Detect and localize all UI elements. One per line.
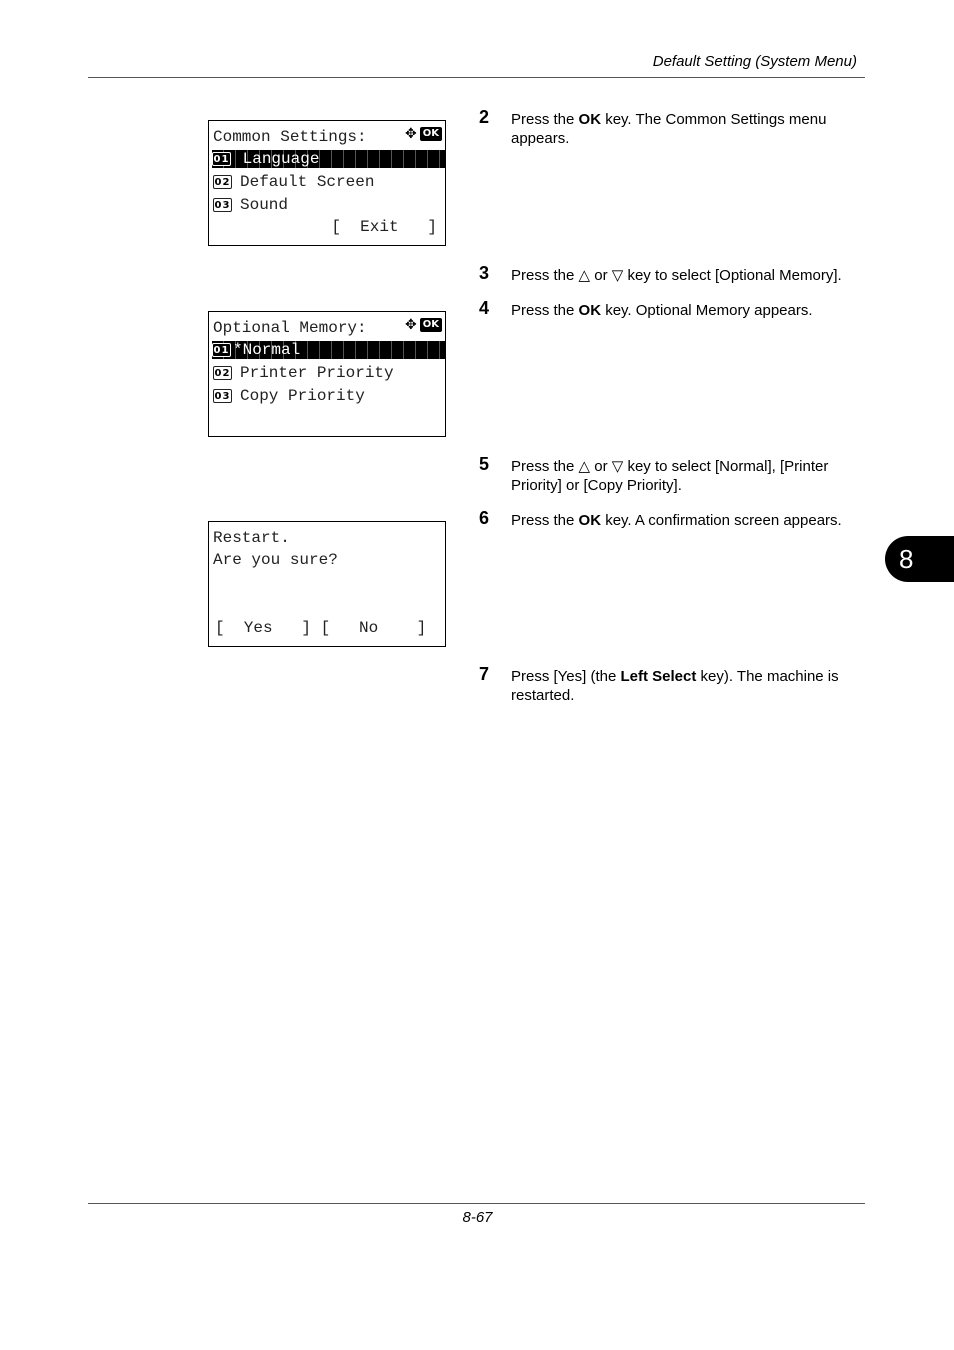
header-rule [88,77,865,78]
item-number-icon: 02 [213,175,232,189]
step-text: Press [Yes] (the Left Select key). The m… [511,668,839,704]
nav-icons: ✥ OK [405,318,442,332]
ok-key-icon: OK [419,127,442,141]
nav-icons: ✥ OK [405,127,442,141]
menu-item-selected: 01 Language [212,150,445,168]
step-number: 2 [479,107,490,127]
page-number: 8-67 [462,1209,493,1226]
item-number-icon: 03 [213,198,232,212]
lcd-screen-restart-confirm: Restart. Are you sure? [ Yes ] [ No ] [208,521,446,647]
step-number: 5 [479,454,490,474]
step-number: 7 [479,664,490,684]
menu-item-label: Language [242,150,320,168]
lcd-screen-common-settings: Common Settings: ✥ OK 01 Language 02 Defa… [208,120,446,246]
menu-item: 02 Printer Priority [213,363,445,383]
menu-item-selected: 01 *Normal [212,341,445,359]
arrow-cross-icon: ✥ [405,126,417,142]
step-text: Press the OK key. A confirmation screen … [511,512,842,529]
arrow-cross-icon: ✥ [405,317,417,333]
confirm-line-1: Restart. [213,529,290,547]
step-text: Press the △ or ▽ key to select [Normal],… [511,458,829,494]
menu-item-label: Default Screen [240,173,375,191]
menu-item: 03 Copy Priority [213,386,445,406]
yes-no-softkeys: [ Yes ] [ No ] [215,619,427,637]
item-number-icon: 01 [212,343,231,357]
item-number-icon: 01 [212,152,231,166]
menu-item-label: Printer Priority [240,364,394,382]
confirm-line-2: Are you sure? [213,551,338,569]
menu-item-label: *Normal [233,341,301,359]
step-text: Press the OK key. Optional Memory appear… [511,302,813,319]
exit-softkey: [ Exit ] [331,218,437,236]
step-number: 3 [479,263,490,283]
item-number-icon: 03 [213,389,232,403]
menu-item: 02 Default Screen [213,172,445,192]
menu-item: 03 Sound [213,195,445,215]
step-text: Press the △ or ▽ key to select [Optional… [511,267,842,284]
item-number-icon: 02 [213,366,232,380]
step-number: 6 [479,508,490,528]
step-number: 4 [479,298,490,318]
lcd-screen-optional-memory: Optional Memory: ✥ OK 01 *Normal 02 Printe… [208,311,446,437]
menu-item-label: Sound [240,196,289,214]
ok-key-icon: OK [419,318,442,332]
running-header: Default Setting (System Menu) [652,53,857,70]
step-text: Press the OK key. The Common Settings me… [511,111,827,147]
chapter-tab: 8 [885,536,954,582]
menu-item-label: Copy Priority [240,387,365,405]
footer-rule [88,1203,865,1204]
